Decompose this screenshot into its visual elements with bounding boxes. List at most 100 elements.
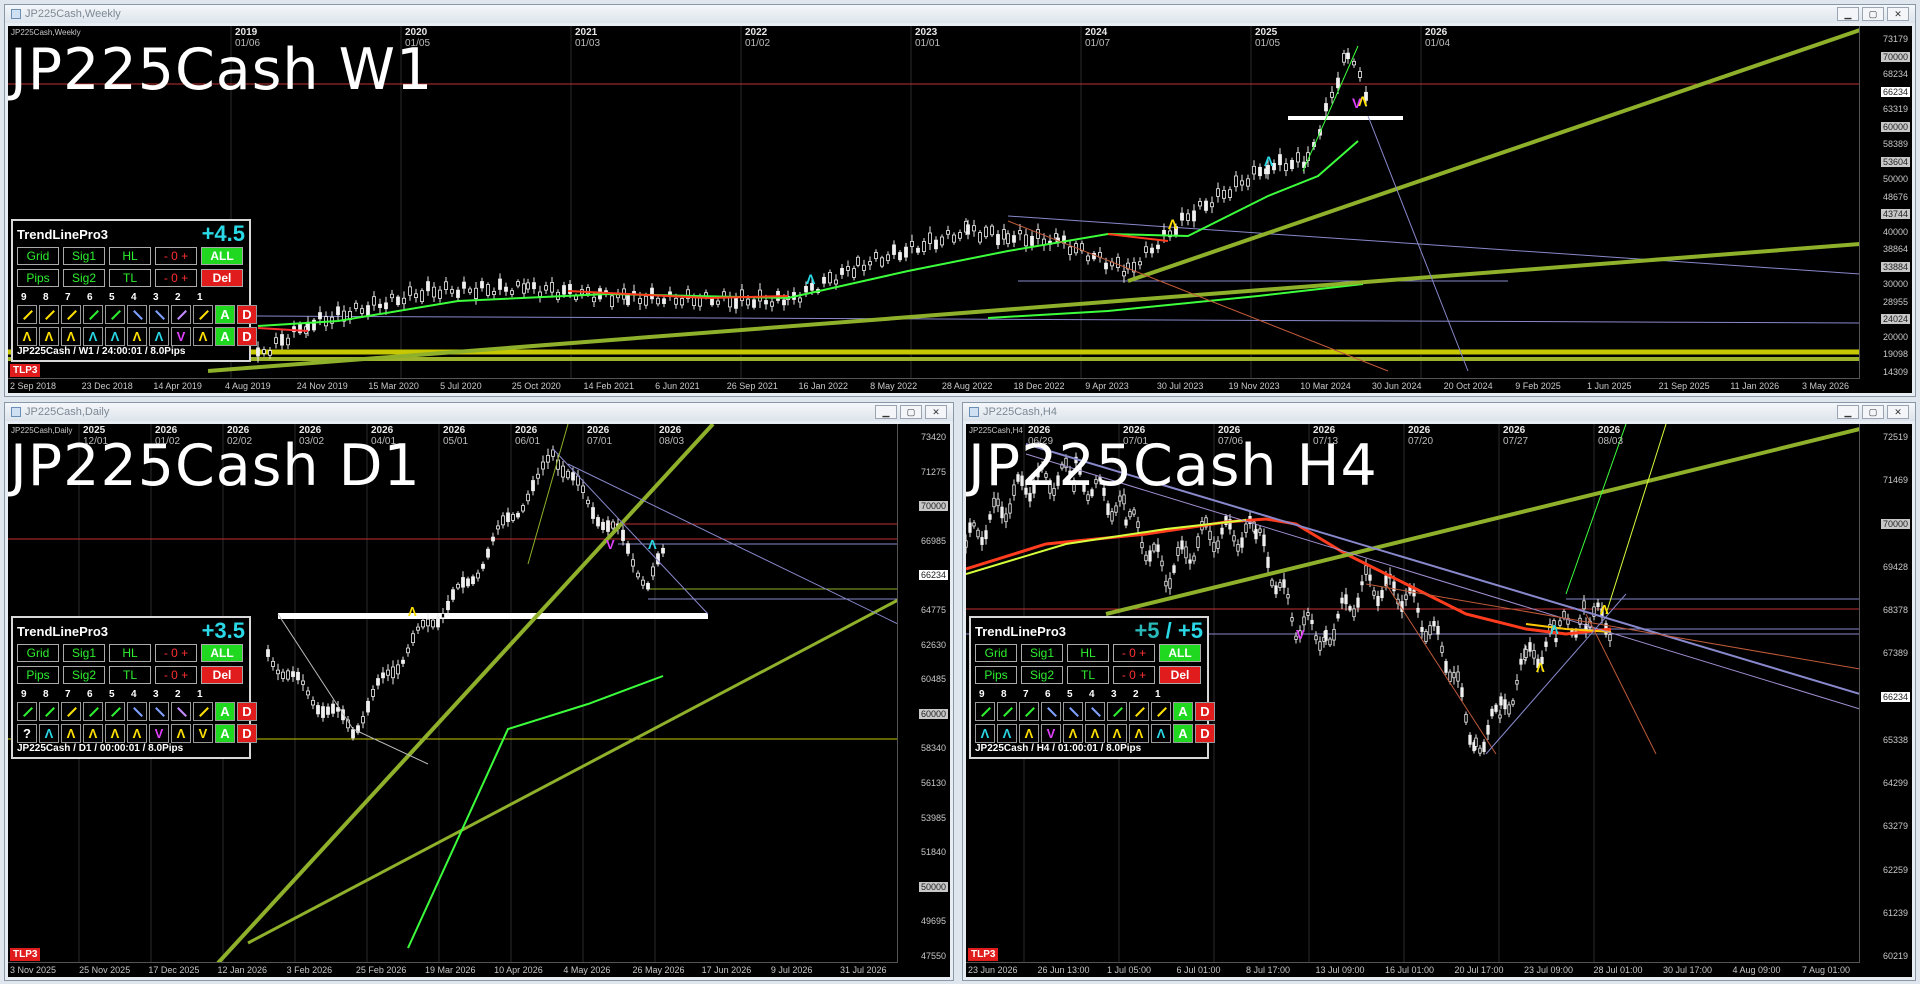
signal-up-icon[interactable]: Λ [127,724,147,743]
slope-up-icon[interactable] [975,702,995,721]
tl-button[interactable]: TL [109,666,151,684]
minimize-button[interactable]: ▁ [875,405,897,419]
sig2-button[interactable]: Sig2 [63,269,105,287]
minimize-button[interactable]: ▁ [1837,7,1859,21]
signal-up-icon[interactable]: Λ [193,327,213,346]
price-axis[interactable]: 72519 71469 70000 69428 68378 67389 66234 65338… [1859,424,1912,963]
close-button[interactable]: ✕ [925,405,947,419]
close-button[interactable]: ✕ [1887,7,1909,21]
slope-up-icon[interactable] [105,305,125,324]
slope-up-icon[interactable] [61,305,81,324]
hl-button[interactable]: HL [109,644,151,662]
signal-up-icon[interactable]: Λ [1085,724,1105,743]
slope-up-icon[interactable] [61,702,81,721]
signal-up-icon[interactable]: Λ [83,724,103,743]
daily-chart-window[interactable]: JP225Cash,Daily ▁ ▢ ✕ Λ V Λ JP225Cash,Daily… [4,402,954,981]
daily-titlebar[interactable]: JP225Cash,Daily ▁ ▢ ✕ [5,403,953,421]
slope-down-icon[interactable] [127,702,147,721]
a-button[interactable]: A [1173,702,1193,721]
trendlinepro3-panel[interactable]: TrendLinePro3 +3.5 Grid Sig1 HL - 0 + AL… [11,616,257,759]
signal-up-icon[interactable]: Λ [39,724,59,743]
slope-up-icon[interactable] [17,305,37,324]
close-button[interactable]: ✕ [1887,405,1909,419]
grid-button[interactable]: Grid [17,644,59,662]
minimize-button[interactable]: ▁ [1837,405,1859,419]
all-button[interactable]: ALL [201,247,243,265]
offset-stepper-1[interactable]: - 0 + [1113,644,1155,662]
slope-down-icon[interactable] [1063,702,1083,721]
signal-up-icon[interactable]: Λ [61,724,81,743]
all-button[interactable]: ALL [1159,644,1201,662]
del-button[interactable]: Del [201,666,243,684]
sig1-button[interactable]: Sig1 [1021,644,1063,662]
maximize-button[interactable]: ▢ [900,405,922,419]
time-axis[interactable]: 2 Sep 2018 23 Dec 2018 14 Apr 2019 4 Aug 20… [8,378,1860,393]
signal-unknown-icon[interactable]: ? [17,724,37,743]
time-axis[interactable]: 23 Jun 2026 26 Jun 13:00 1 Jul 05:00 6 Jul … [966,962,1860,977]
signal-up-icon[interactable]: Λ [171,724,191,743]
slope-up-icon[interactable] [1019,702,1039,721]
sig2-button[interactable]: Sig2 [1021,666,1063,684]
tlp3-button[interactable]: TLP3 [10,948,41,961]
offset-stepper-2[interactable]: - 0 + [155,269,197,287]
sig1-button[interactable]: Sig1 [63,644,105,662]
a-button[interactable]: A [215,305,235,324]
signal-up-icon[interactable]: Λ [975,724,995,743]
d-button[interactable]: D [237,305,257,324]
signal-up-icon[interactable]: Λ [1063,724,1083,743]
signal-up-icon[interactable]: Λ [105,327,125,346]
signal-down-icon[interactable]: V [1041,724,1061,743]
sig2-button[interactable]: Sig2 [63,666,105,684]
slope-up-icon[interactable] [105,702,125,721]
signal-up-icon[interactable]: Λ [1129,724,1149,743]
time-axis[interactable]: 3 Nov 2025 25 Nov 2025 17 Dec 2025 12 Jan 2… [8,962,898,977]
grid-button[interactable]: Grid [17,247,59,265]
signal-up-icon[interactable]: Λ [997,724,1017,743]
slope-up-icon[interactable] [17,702,37,721]
pips-button[interactable]: Pips [17,269,59,287]
signal-down-icon[interactable]: V [193,724,213,743]
a-button[interactable]: A [1173,724,1193,743]
slope-up-icon[interactable] [39,305,59,324]
a-button[interactable]: A [215,327,235,346]
d-button[interactable]: D [237,724,257,743]
del-button[interactable]: Del [1159,666,1201,684]
slope-down-icon[interactable] [1085,702,1105,721]
d-button[interactable]: D [1195,702,1215,721]
signal-up-icon[interactable]: Λ [61,327,81,346]
slope-up-icon[interactable] [1129,702,1149,721]
signal-down-icon[interactable]: V [171,327,191,346]
signal-up-icon[interactable]: Λ [1107,724,1127,743]
all-button[interactable]: ALL [201,644,243,662]
slope-down-icon[interactable] [149,305,169,324]
grid-button[interactable]: Grid [975,644,1017,662]
a-button[interactable]: A [215,724,235,743]
tl-button[interactable]: TL [109,269,151,287]
slope-up-icon[interactable] [193,702,213,721]
signal-up-icon[interactable]: Λ [17,327,37,346]
d-button[interactable]: D [237,702,257,721]
pips-button[interactable]: Pips [17,666,59,684]
daily-chart-area[interactable]: Λ V Λ JP225Cash,Daily JP225Cash D1 73420 712… [8,424,950,977]
sig1-button[interactable]: Sig1 [63,247,105,265]
h4-chart-area[interactable]: V Λ Λ Λ JP225Cash,H4 JP225Cash H4 72519 71469… [966,424,1912,977]
price-axis[interactable]: 73179 70000 68234 66234 63319 60000 58389 53604… [1859,26,1912,379]
tlp3-button[interactable]: TLP3 [968,948,999,961]
signal-down-icon[interactable]: V [149,724,169,743]
slope-up-icon[interactable] [83,305,103,324]
a-button[interactable]: A [215,702,235,721]
signal-up-icon[interactable]: Λ [105,724,125,743]
maximize-button[interactable]: ▢ [1862,405,1884,419]
slope-up-icon[interactable] [193,305,213,324]
pips-button[interactable]: Pips [975,666,1017,684]
slope-up-icon[interactable] [997,702,1017,721]
weekly-titlebar[interactable]: JP225Cash,Weekly ▁ ▢ ✕ [5,5,1915,23]
slope-down-icon[interactable] [149,702,169,721]
h4-chart-window[interactable]: JP225Cash,H4 ▁ ▢ ✕ V Λ Λ Λ JP225Cash,H4 JP22… [962,402,1916,981]
weekly-chart-area[interactable]: Λ Λ Λ Λ V JP225Cash,Weekly JP225Cash W1 73179… [8,26,1912,393]
d-button[interactable]: D [1195,724,1215,743]
signal-up-icon[interactable]: Λ [127,327,147,346]
slope-up-icon[interactable] [171,305,191,324]
signal-up-icon[interactable]: Λ [149,327,169,346]
h4-titlebar[interactable]: JP225Cash,H4 ▁ ▢ ✕ [963,403,1915,421]
